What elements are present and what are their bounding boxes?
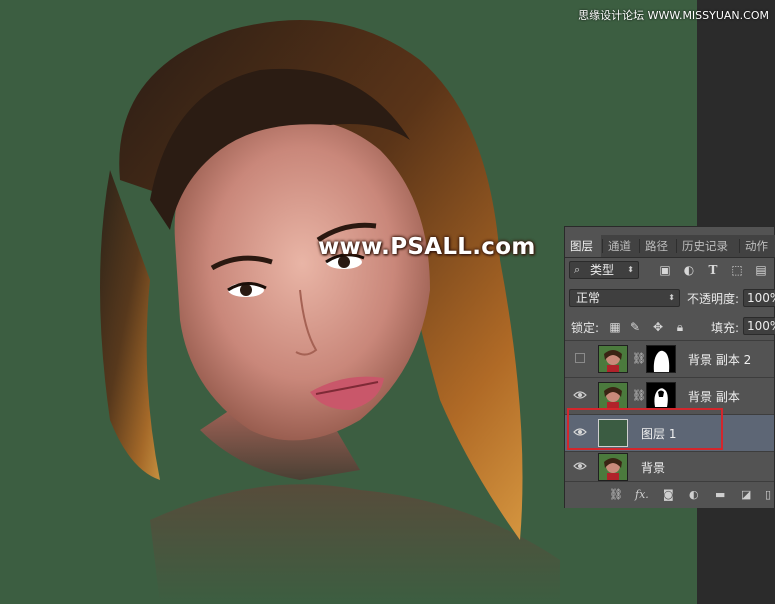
link-icon[interactable]: ⛓︎ — [609, 488, 623, 501]
layer-name[interactable]: 背景 副本 2 — [688, 351, 751, 368]
updown-arrow-icon: ⬍ — [627, 265, 634, 274]
highlight-box — [567, 408, 723, 450]
watermark-text: www.PSALL.com — [318, 234, 536, 260]
type-filter-icon[interactable]: T — [706, 263, 720, 277]
tab-history[interactable]: 历史记录 — [677, 235, 739, 257]
fill-input[interactable]: 100% — [743, 317, 775, 335]
layer-thumbnail — [598, 345, 628, 373]
layer-thumbnail — [598, 382, 628, 410]
blend-mode-dropdown[interactable]: 正常 ⬍ — [569, 289, 680, 307]
chain-link-icon[interactable]: ⛓︎ — [632, 352, 646, 365]
layers-bottom-toolbar: ⛓︎ fx. ◙ ◐ ▬ ◪ ▯ — [565, 481, 774, 508]
updown-arrow-icon: ⬍ — [668, 293, 675, 302]
tab-actions[interactable]: 动作 — [740, 235, 775, 257]
tab-channels[interactable]: 通道 — [603, 235, 639, 257]
tab-layers[interactable]: 图层 — [565, 235, 601, 257]
search-icon: ⌕ — [574, 263, 581, 276]
eye-icon[interactable] — [573, 461, 587, 471]
lock-image-pixels-icon[interactable]: ✎ — [629, 320, 641, 334]
folder-icon[interactable]: ▬ — [715, 488, 725, 501]
tab-paths[interactable]: 路径 — [640, 235, 676, 257]
layer-name[interactable]: 背景 副本 — [688, 388, 740, 405]
image-filter-icon[interactable]: ▣ — [658, 263, 672, 277]
layer-mask-thumbnail[interactable] — [646, 345, 676, 373]
lock-transparent-pixels-icon[interactable]: ▦ — [609, 320, 621, 334]
add-mask-icon[interactable]: ◙ — [663, 488, 674, 501]
panel-tab-bar: 图层 通道 路径 历史记录 动作 — [565, 235, 775, 258]
new-layer-icon[interactable]: ◪ — [741, 488, 751, 501]
filter-type-label: 类型 — [590, 263, 615, 277]
shape-filter-icon[interactable]: ⬚ — [730, 263, 744, 277]
chain-link-icon[interactable]: ⛓︎ — [632, 389, 646, 402]
layers-panel: 图层 通道 路径 历史记录 动作 ⌕ 类型 ⬍ ▣ ◐ T ⬚ ▤ 正常 ⬍ 不… — [564, 226, 775, 508]
fx-icon[interactable]: fx. — [635, 488, 649, 501]
layer-row[interactable]: ⛓︎ 背景 副本 2 — [565, 341, 774, 377]
layer-row[interactable]: 背景 — [565, 452, 774, 481]
lock-label: 锁定: — [571, 321, 600, 335]
trash-icon[interactable]: ▯ — [765, 488, 771, 501]
layer-mask-thumbnail[interactable] — [646, 382, 676, 410]
adjustment-filter-icon[interactable]: ◐ — [682, 263, 696, 277]
layer-filter-dropdown[interactable]: ⌕ 类型 ⬍ — [569, 261, 639, 279]
opacity-input[interactable]: 100% — [743, 289, 775, 307]
opacity-label: 不透明度: — [687, 292, 740, 306]
visibility-toggle-off[interactable] — [575, 353, 585, 363]
lock-position-icon[interactable]: ✥ — [652, 320, 664, 334]
smart-object-filter-icon[interactable]: ▤ — [754, 263, 768, 277]
layer-name[interactable]: 背景 — [641, 459, 665, 476]
blend-mode-value: 正常 — [576, 291, 601, 305]
adjustment-icon[interactable]: ◐ — [689, 488, 699, 501]
lock-all-icon[interactable]: 🔒︎ — [674, 320, 686, 334]
eye-icon[interactable] — [573, 390, 587, 400]
site-credit: 思缘设计论坛 WWW.MISSYUAN.COM — [578, 9, 769, 22]
layer-thumbnail — [598, 453, 628, 481]
fill-label: 填充: — [711, 321, 740, 335]
